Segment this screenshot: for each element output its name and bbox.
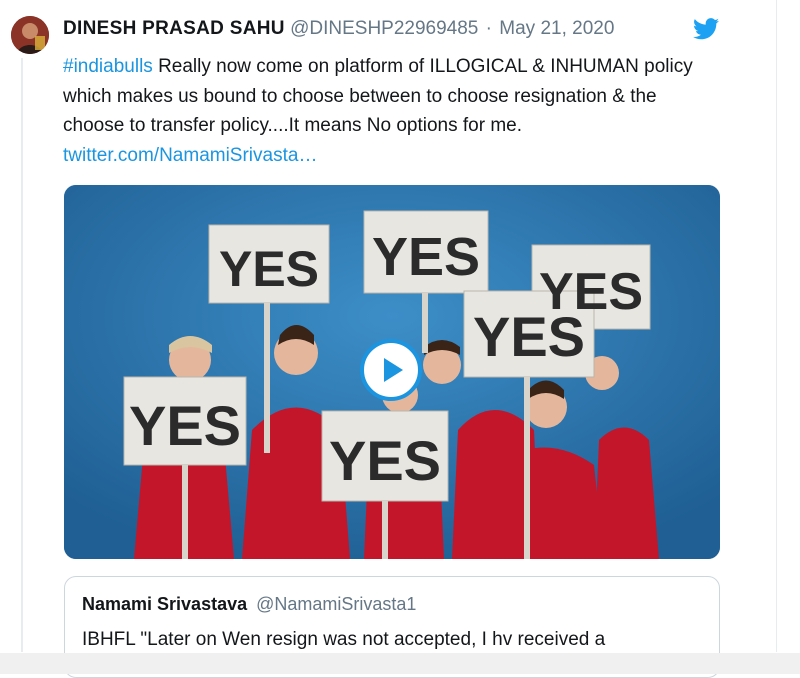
yes-sign-text: YES bbox=[473, 305, 585, 368]
separator-dot: · bbox=[485, 18, 492, 39]
tweet-header: DINESH PRASAD SAHU @DINESHP22969485 · Ma… bbox=[63, 18, 716, 46]
play-button[interactable] bbox=[360, 339, 422, 401]
quoted-tweet-header: Namami Srivastava @NamamiSrivasta1 bbox=[82, 594, 416, 615]
user-handle[interactable]: @DINESHP22969485 bbox=[290, 18, 478, 39]
quoted-tweet-text: IBHFL "Later on Wen resign was not accep… bbox=[82, 629, 606, 650]
tweet-container: DINESH PRASAD SAHU @DINESHP22969485 · Ma… bbox=[0, 0, 777, 678]
tweet-text: #indiabulls Really now come on platform … bbox=[63, 52, 723, 170]
quoted-tweet-link[interactable]: twitter.com/NamamiSrivasta… bbox=[63, 145, 317, 166]
avatar[interactable] bbox=[11, 16, 49, 54]
yes-sign-text: YES bbox=[372, 227, 480, 287]
tweet-body: Really now come on platform of ILLOGICAL… bbox=[63, 56, 693, 136]
thread-line bbox=[21, 58, 23, 652]
display-name[interactable]: DINESH PRASAD SAHU bbox=[63, 18, 285, 39]
yes-sign-text: YES bbox=[219, 241, 319, 297]
play-icon bbox=[384, 358, 403, 382]
twitter-bird-icon[interactable] bbox=[693, 18, 719, 40]
yes-sign-text: YES bbox=[329, 429, 441, 492]
tweet-date[interactable]: May 21, 2020 bbox=[499, 18, 614, 39]
quoted-user-handle[interactable]: @NamamiSrivasta1 bbox=[256, 594, 416, 614]
video-player[interactable]: YES YES YES YES YES YES bbox=[64, 185, 720, 559]
bottom-bar bbox=[0, 653, 800, 674]
quoted-display-name[interactable]: Namami Srivastava bbox=[82, 594, 247, 614]
yes-sign-text: YES bbox=[129, 394, 241, 457]
hashtag-link[interactable]: #indiabulls bbox=[63, 56, 153, 77]
